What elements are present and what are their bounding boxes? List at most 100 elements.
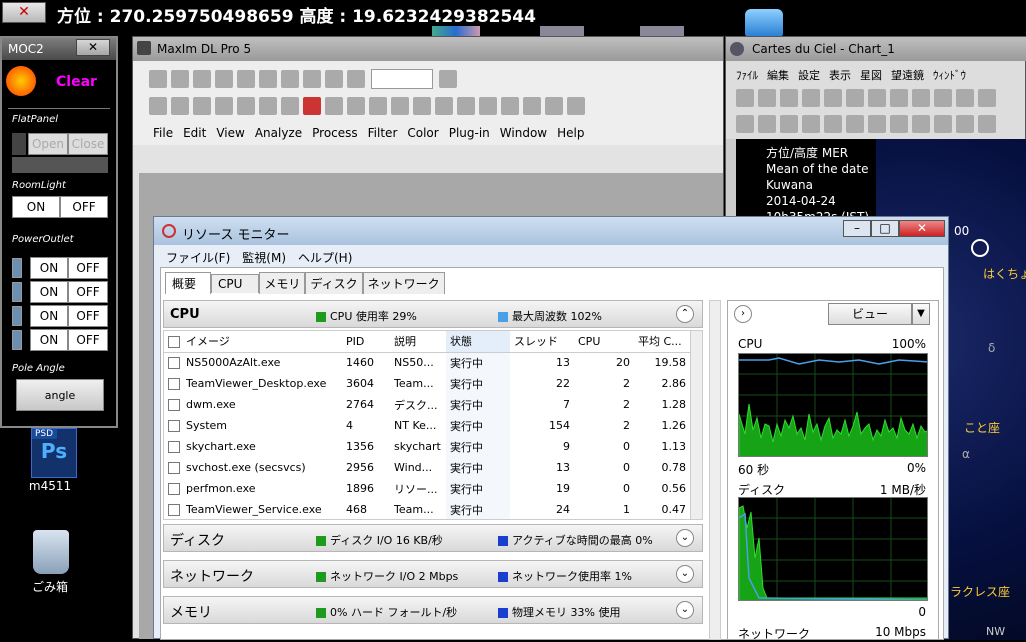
tool-icon[interactable] [413, 97, 431, 115]
crosshair-icon[interactable] [303, 97, 321, 115]
tool-icon[interactable] [912, 115, 930, 133]
cartes-menu-window[interactable]: ｳｨﾝﾄﾞｳ [933, 69, 966, 82]
cartes-menu-view[interactable]: 表示 [829, 69, 851, 82]
tool-icon[interactable] [193, 97, 211, 115]
open-icon[interactable] [149, 70, 167, 88]
rm-menu-monitor[interactable]: 監視(M) [242, 251, 286, 265]
tool-icon[interactable] [369, 97, 387, 115]
open-icon[interactable] [758, 89, 776, 107]
search-icon[interactable] [978, 89, 996, 107]
tool-icon[interactable] [457, 97, 475, 115]
tool-icon[interactable] [479, 97, 497, 115]
process-checkbox[interactable] [168, 483, 180, 495]
chevron-down-icon[interactable]: ⌄ [676, 601, 694, 619]
close-button[interactable]: ✕ [899, 220, 945, 237]
new-chart-icon[interactable] [736, 89, 754, 107]
tool-icon[interactable] [802, 115, 820, 133]
process-name-cell[interactable]: NS5000AzAlt.exe [164, 352, 342, 373]
chevron-up-icon[interactable]: ⌃ [676, 305, 694, 323]
process-checkbox[interactable] [168, 441, 180, 453]
tool-icon[interactable] [780, 115, 798, 133]
menu-edit[interactable]: Edit [183, 126, 206, 140]
tool-icon[interactable] [171, 97, 189, 115]
chevron-down-icon[interactable]: ⌄ [676, 565, 694, 583]
tool-icon[interactable] [259, 97, 277, 115]
cpu-section-header[interactable]: CPU CPU 使用率 29% 最大周波数 102% ⌃ [163, 300, 703, 328]
outlet-4-off-button[interactable]: OFF [68, 329, 108, 351]
tool-icon[interactable] [956, 115, 974, 133]
tool-icon[interactable] [890, 115, 908, 133]
expand-arrow-icon[interactable]: › [734, 305, 752, 323]
undo-icon[interactable] [193, 70, 211, 88]
table-row[interactable]: System 4 NT Ke... 実行中 154 2 1.26 [164, 415, 690, 436]
process-checkbox[interactable] [168, 504, 180, 516]
zoom-out-icon[interactable] [956, 89, 974, 107]
zoom-in-icon[interactable] [325, 70, 343, 88]
process-checkbox[interactable] [168, 357, 180, 370]
process-name-cell[interactable]: TeamViewer_Service.exe [164, 499, 342, 519]
maximize-button[interactable]: □ [871, 220, 899, 237]
roomlight-off-button[interactable]: OFF [60, 196, 108, 218]
window-icon[interactable] [868, 89, 886, 107]
menu-file[interactable]: File [153, 126, 173, 140]
menu-view[interactable]: View [216, 126, 244, 140]
dss-icon[interactable] [868, 115, 886, 133]
memory-section-header[interactable]: メモリ 0% ハード フォールト/秒 物理メモリ 33% 使用 ⌄ [163, 596, 703, 624]
redo-icon[interactable] [215, 70, 233, 88]
zoom-in-icon[interactable] [934, 89, 952, 107]
menu-help[interactable]: Help [557, 126, 584, 140]
outlet-3-on-button[interactable]: ON [30, 305, 68, 327]
tool-icon[interactable] [824, 115, 842, 133]
table-row[interactable]: perfmon.exe 1896 リソー... 実行中 19 0 0.56 [164, 478, 690, 499]
menu-analyze[interactable]: Analyze [255, 126, 302, 140]
photoshop-file-icon[interactable]: PSD Ps [31, 428, 77, 478]
flatpanel-open-button[interactable]: Open [28, 133, 68, 155]
menu-window[interactable]: Window [500, 126, 547, 140]
observatory-icon[interactable] [303, 70, 321, 88]
table-row[interactable]: TeamViewer_Desktop.exe 3604 Team... 実行中 22 2 2… [164, 373, 690, 394]
rm-menu-file[interactable]: ファイル(F) [166, 251, 230, 265]
zoom-select[interactable] [370, 69, 433, 89]
view-button[interactable]: ビュー [828, 303, 912, 325]
cartes-menu-chart[interactable]: 星図 [860, 69, 882, 82]
tool-icon[interactable] [523, 97, 541, 115]
outlet-1-off-button[interactable]: OFF [68, 257, 108, 279]
table-row[interactable]: svchost.exe (secsvcs) 2956 Wind... 実行中 13 0 0.… [164, 457, 690, 478]
recycle-bin-icon[interactable] [33, 530, 69, 574]
tab-disk[interactable]: ディスク [305, 272, 363, 294]
disk-section-header[interactable]: ディスク ディスク I/O 16 KB/秒 アクティブな時間の最高 0% ⌄ [163, 524, 703, 552]
menu-filter[interactable]: Filter [368, 126, 398, 140]
col-cpu[interactable]: CPU [574, 331, 634, 352]
flatpanel-slider[interactable] [12, 157, 108, 173]
cartes-menu-settings[interactable]: 設定 [798, 69, 820, 82]
tool-icon[interactable] [347, 97, 365, 115]
rm-menu-help[interactable]: ヘルプ(H) [298, 251, 352, 265]
tool-icon[interactable] [846, 115, 864, 133]
tab-memory[interactable]: メモリ [259, 272, 306, 294]
outlet-3-off-button[interactable]: OFF [68, 305, 108, 327]
tool-icon[interactable] [567, 97, 585, 115]
col-avg-cpu[interactable]: 平均 C... [634, 331, 690, 352]
window-icon[interactable] [846, 89, 864, 107]
pole-angle-button[interactable]: angle [16, 379, 104, 411]
tool-icon[interactable] [237, 97, 255, 115]
camera-icon[interactable] [259, 70, 277, 88]
telescope-icon[interactable] [281, 70, 299, 88]
col-desc[interactable]: 説明 [390, 331, 446, 352]
cartes-menu-telescope[interactable]: 望遠鏡 [891, 69, 924, 82]
tool-icon[interactable] [545, 97, 563, 115]
tool-icon[interactable] [978, 115, 996, 133]
tool-icon[interactable] [435, 97, 453, 115]
tool-icon[interactable] [149, 97, 167, 115]
view-dropdown-icon[interactable]: ▼ [912, 303, 930, 325]
roomlight-on-button[interactable]: ON [12, 196, 60, 218]
rotate-left-icon[interactable] [890, 89, 908, 107]
tool-icon[interactable] [391, 97, 409, 115]
table-row[interactable]: dwm.exe 2764 デスク... 実行中 7 2 1.28 [164, 394, 690, 415]
process-name-cell[interactable]: perfmon.exe [164, 478, 342, 499]
print-icon[interactable] [802, 89, 820, 107]
process-checkbox[interactable] [168, 462, 180, 474]
col-threads[interactable]: スレッド [510, 331, 574, 352]
star-icon[interactable] [736, 115, 754, 133]
process-checkbox[interactable] [168, 399, 180, 411]
